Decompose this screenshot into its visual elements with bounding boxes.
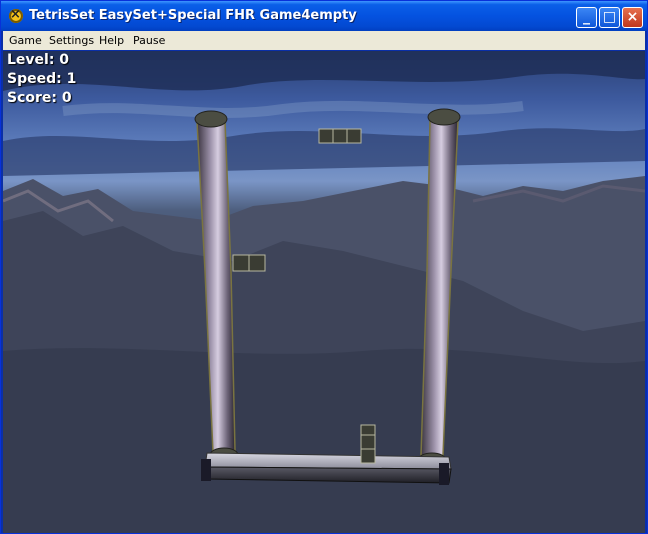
window-title: TetrisSet EasySet+Special FHR Game4empty xyxy=(29,8,357,23)
menu-help[interactable]: Help xyxy=(99,34,124,47)
hud-speed: Speed: 1 xyxy=(7,71,77,87)
menu-settings[interactable]: Settings xyxy=(49,34,94,47)
maximize-button[interactable]: □ xyxy=(599,7,620,28)
menu-game[interactable]: Game xyxy=(9,34,42,47)
game-scene xyxy=(3,51,645,533)
falling-piece xyxy=(318,128,362,144)
title-bar[interactable]: × TetrisSet EasySet+Special FHR Game4emp… xyxy=(1,1,647,31)
close-button[interactable]: × xyxy=(622,7,643,28)
menu-bar: Game Settings Help Pause xyxy=(3,31,645,50)
minimize-icon: _ xyxy=(583,9,590,25)
next-piece-preview xyxy=(232,254,266,272)
hud-level: Level: 0 xyxy=(7,52,70,68)
minimize-button[interactable]: _ xyxy=(576,7,597,28)
app-icon[interactable]: × xyxy=(9,7,23,23)
stacked-blocks xyxy=(360,424,376,464)
close-icon: × xyxy=(626,9,639,25)
app-window: × TetrisSet EasySet+Special FHR Game4emp… xyxy=(0,0,648,534)
game-viewport[interactable]: Level: 0 Speed: 1 Score: 0 xyxy=(3,51,645,533)
hud-score: Score: 0 xyxy=(7,90,72,106)
maximize-icon: □ xyxy=(602,9,617,25)
menu-pause[interactable]: Pause xyxy=(133,34,165,47)
sky-clouds xyxy=(3,51,645,176)
